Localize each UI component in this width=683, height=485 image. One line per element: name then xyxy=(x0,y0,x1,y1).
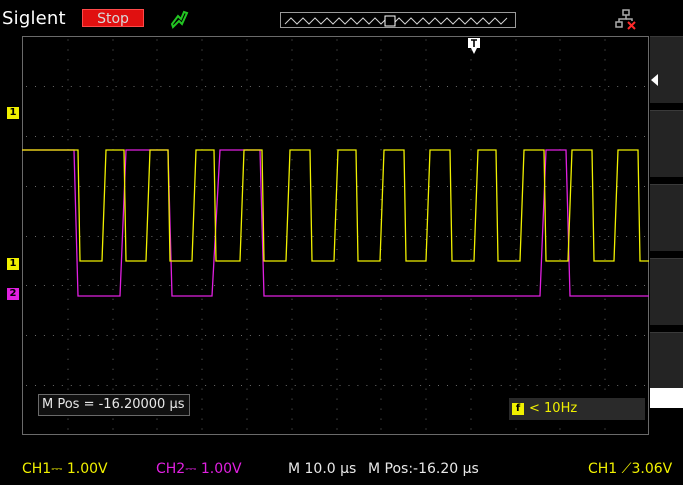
status-bar: CH1⎓ 1.00V CH2⎓ 1.00V M 10.0 µs M Pos:-1… xyxy=(0,455,683,485)
triangle-left-icon[interactable] xyxy=(651,74,658,86)
ch1-scale-readout[interactable]: CH1⎓ 1.00V xyxy=(22,461,108,477)
ch2-scale-readout[interactable]: CH2⎓ 1.00V xyxy=(156,461,242,477)
trigger-readout[interactable]: CH1 ⟋3.06V xyxy=(588,461,672,477)
waveform-display[interactable] xyxy=(22,36,649,435)
menu-slot-4[interactable] xyxy=(650,258,683,325)
menu-slot-2[interactable] xyxy=(650,110,683,177)
ch1-ground-marker[interactable]: 1 xyxy=(7,258,19,270)
trigger-frequency-readout: f < 10Hz xyxy=(509,398,645,420)
probe-icon xyxy=(170,10,189,29)
menu-highlight-slot[interactable] xyxy=(650,388,683,408)
network-disconnected-icon xyxy=(615,9,636,30)
trigger-frequency-icon: f xyxy=(512,403,524,415)
menu-slot-3[interactable] xyxy=(650,184,683,251)
top-bar: Siglent Stop xyxy=(0,0,683,36)
menu-slot-1[interactable] xyxy=(650,36,683,103)
ch1-trigger-level-marker[interactable]: 1 xyxy=(7,107,19,119)
trigger-position-marker[interactable] xyxy=(467,37,481,55)
ch2-ground-marker[interactable]: 2 xyxy=(7,288,19,300)
side-menu xyxy=(649,36,683,435)
memory-position-bar xyxy=(280,10,516,28)
trigger-frequency-text: < 10Hz xyxy=(529,401,578,416)
timebase-readout[interactable]: M 10.0 µs xyxy=(288,461,356,477)
horizontal-position-readout[interactable]: M Pos:-16.20 µs xyxy=(368,461,479,477)
memory-position-readout: M Pos = -16.20000 µs xyxy=(38,394,190,416)
brand-label: Siglent xyxy=(2,8,66,29)
run-state-badge[interactable]: Stop xyxy=(82,9,144,27)
